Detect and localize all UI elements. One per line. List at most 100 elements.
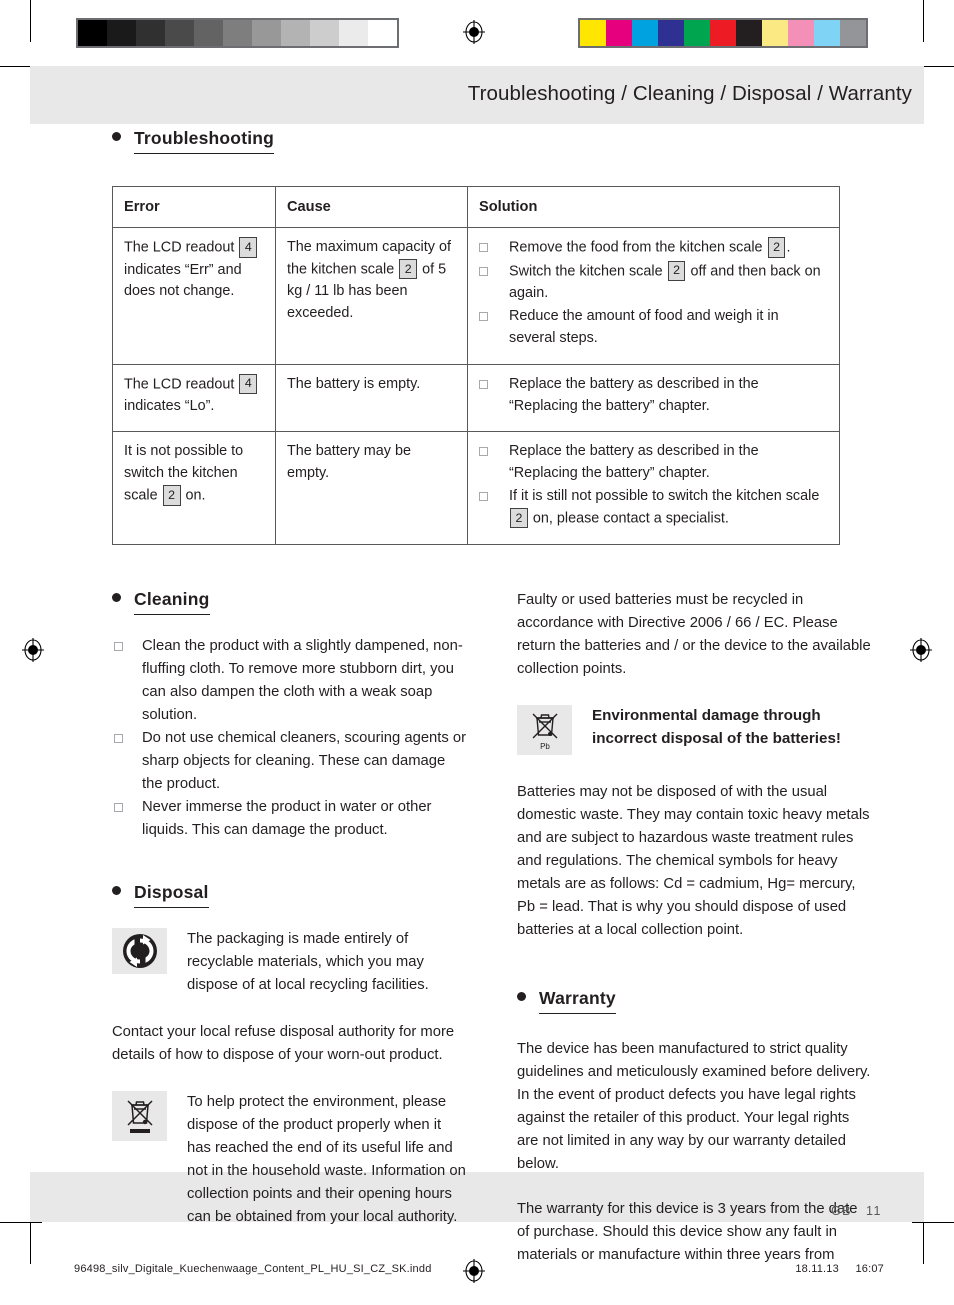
warranty-heading: Warranty bbox=[539, 988, 616, 1015]
cell-error: It is not possible to switch the kitchen… bbox=[112, 431, 276, 546]
left-column: Cleaning Clean the product with a slight… bbox=[112, 589, 467, 1267]
grayscale-patch bbox=[223, 20, 252, 46]
print-job-timestamp: 18.11.13 16:07 bbox=[795, 1263, 884, 1275]
reference-number-box: 2 bbox=[399, 259, 418, 280]
crop-mark-bottom-left-vertical bbox=[30, 1222, 31, 1264]
cell-error: The LCD readout 4 indicates “Lo”. bbox=[112, 363, 276, 433]
reference-number-box: 2 bbox=[667, 260, 686, 281]
reference-number-box: 4 bbox=[239, 237, 258, 258]
solution-list-item: Reduce the amount of food and weigh it i… bbox=[479, 306, 828, 350]
table-row: The LCD readout 4 indicates “Lo”. The bat… bbox=[112, 363, 840, 433]
footer-page-number: 11 bbox=[866, 1204, 882, 1218]
crop-mark-bottom-right-vertical bbox=[923, 1222, 924, 1264]
reference-number-box: 2 bbox=[510, 508, 528, 529]
disposal-heading: Disposal bbox=[134, 882, 209, 909]
table-row: The LCD readout 4 indicates “Err” and do… bbox=[112, 227, 840, 365]
cleaning-instructions-list: Clean the product with a slightly dampen… bbox=[112, 635, 467, 842]
color-patch bbox=[840, 20, 866, 46]
grayscale-calibration-bar bbox=[76, 18, 399, 48]
solution-list-item: Replace the battery as described in the … bbox=[479, 441, 828, 485]
color-patch bbox=[788, 20, 814, 46]
color-patch bbox=[580, 20, 606, 46]
battery-warning-block: Pb Environmental damage through incorrec… bbox=[517, 705, 872, 756]
grayscale-patch bbox=[194, 20, 223, 46]
grayscale-patch bbox=[165, 20, 194, 46]
cleaning-list-item: Never immerse the product in water or ot… bbox=[112, 796, 467, 842]
battery-warning-heading: Environmental damage through incorrect d… bbox=[592, 707, 841, 748]
warranty-paragraph-2: The warranty for this device is 3 years … bbox=[517, 1201, 858, 1264]
reference-number-box: 2 bbox=[767, 237, 786, 258]
cell-solution: Replace the battery as described in the … bbox=[467, 431, 840, 546]
color-patch bbox=[814, 20, 840, 46]
cell-solution: Remove the food from the kitchen scale 2… bbox=[467, 227, 840, 365]
grayscale-patch bbox=[339, 20, 368, 46]
two-column-body: Cleaning Clean the product with a slight… bbox=[112, 589, 872, 1267]
footer-language-code: GB bbox=[830, 1204, 853, 1218]
reference-number-box: 4 bbox=[239, 373, 258, 395]
color-patch bbox=[762, 20, 788, 46]
crop-mark-left-bottom-horizontal bbox=[0, 1222, 42, 1223]
green-dot-recycling-icon bbox=[112, 928, 167, 975]
reference-number-box: 2 bbox=[162, 485, 181, 506]
cell-solution: Replace the battery as described in the … bbox=[467, 363, 840, 433]
color-patch bbox=[736, 20, 762, 46]
refuse-authority-text: Contact your local refuse disposal autho… bbox=[112, 1024, 455, 1064]
solution-list-item: If it is still not possible to switch th… bbox=[479, 486, 828, 530]
battery-icon-label: Pb bbox=[540, 742, 550, 751]
column-header-solution: Solution bbox=[467, 185, 840, 229]
page-header-title: Troubleshooting / Cleaning / Disposal / … bbox=[467, 82, 912, 105]
print-job-time: 16:07 bbox=[855, 1263, 884, 1275]
cell-cause: The battery is empty. bbox=[275, 363, 468, 433]
table-header-row: Error Cause Solution bbox=[112, 185, 840, 229]
section-heading-cleaning: Cleaning bbox=[112, 589, 467, 616]
section-heading-troubleshooting: Troubleshooting bbox=[112, 128, 872, 154]
color-patch bbox=[632, 20, 658, 46]
cell-cause: The battery may be empty. bbox=[275, 431, 468, 546]
color-patch bbox=[606, 20, 632, 46]
solution-list: Replace the battery as described in the … bbox=[479, 374, 828, 418]
cell-cause: The maximum capacity of the kitchen scal… bbox=[275, 227, 468, 365]
color-calibration-bar bbox=[578, 18, 868, 48]
print-job-filename: 96498_silv_Digitale_Kuechenwaage_Content… bbox=[74, 1263, 432, 1275]
packaging-recycling-text: The packaging is made entirely of recycl… bbox=[187, 931, 429, 994]
grayscale-patch bbox=[368, 20, 397, 46]
troubleshooting-table: Error Cause Solution The LCD readout 4 i… bbox=[112, 185, 840, 546]
warranty-paragraph-1: The device has been manufactured to stri… bbox=[517, 1041, 871, 1173]
section-heading-warranty: Warranty bbox=[517, 988, 872, 1015]
grayscale-patch bbox=[281, 20, 310, 46]
solution-list-item: Switch the kitchen scale 2 off and then … bbox=[479, 260, 828, 305]
bullet-dot-icon bbox=[112, 886, 121, 896]
cleaning-heading: Cleaning bbox=[134, 589, 210, 616]
battery-recycling-text: Faulty or used batteries must be recycle… bbox=[517, 592, 871, 678]
cleaning-list-item: Clean the product with a slightly dampen… bbox=[112, 635, 467, 727]
page-content: Troubleshooting Error Cause Solution The… bbox=[112, 128, 872, 1267]
column-header-cause: Cause bbox=[275, 185, 468, 229]
color-patch bbox=[710, 20, 736, 46]
column-header-error: Error bbox=[112, 185, 276, 229]
grayscale-patch bbox=[136, 20, 165, 46]
page-footer-info: GB 11 bbox=[831, 1204, 882, 1218]
color-patch bbox=[684, 20, 710, 46]
cleaning-list-item: Do not use chemical cleaners, scouring a… bbox=[112, 727, 467, 796]
print-job-date: 18.11.13 bbox=[795, 1263, 839, 1275]
heavy-metals-text: Batteries may not be disposed of with th… bbox=[517, 784, 870, 939]
bullet-dot-icon bbox=[112, 132, 121, 141]
grayscale-patch bbox=[107, 20, 136, 46]
crop-mark-right-bottom-horizontal bbox=[912, 1222, 954, 1223]
table-row: It is not possible to switch the kitchen… bbox=[112, 431, 840, 546]
manual-page: Troubleshooting / Cleaning / Disposal / … bbox=[30, 66, 924, 1263]
troubleshooting-heading: Troubleshooting bbox=[134, 128, 275, 154]
grayscale-patch bbox=[78, 20, 107, 46]
crossed-out-wheelie-bin-icon bbox=[112, 1091, 167, 1142]
section-heading-disposal: Disposal bbox=[112, 882, 467, 909]
right-column: Faulty or used batteries must be recycle… bbox=[517, 589, 872, 1267]
registration-mark-top bbox=[461, 19, 487, 45]
crossed-out-bin-battery-icon: Pb bbox=[517, 705, 572, 756]
grayscale-patch bbox=[252, 20, 281, 46]
packaging-recycling-block: The packaging is made entirely of recycl… bbox=[112, 928, 467, 997]
bullet-dot-icon bbox=[112, 593, 121, 603]
weee-disposal-text: To help protect the environment, please … bbox=[187, 1094, 466, 1226]
cell-error: The LCD readout 4 indicates “Err” and do… bbox=[112, 227, 276, 365]
bullet-dot-icon bbox=[517, 992, 526, 1002]
color-patch bbox=[658, 20, 684, 46]
